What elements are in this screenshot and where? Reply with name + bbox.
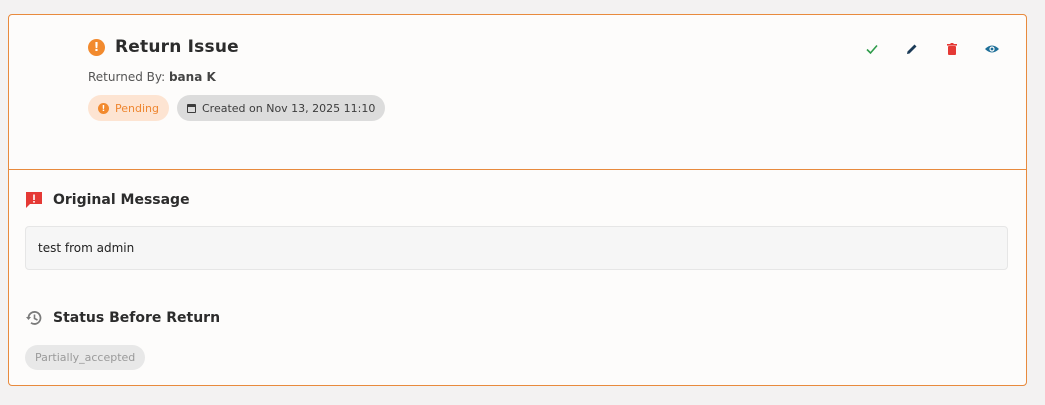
original-message-box: test from admin — [25, 226, 1008, 270]
edit-icon — [907, 44, 917, 54]
approve-button[interactable] — [862, 39, 882, 59]
original-message-title: Original Message — [53, 192, 190, 208]
returned-by: Returned By: bana K — [88, 70, 216, 84]
status-before-return-heading: Status Before Return — [25, 309, 220, 327]
view-icon — [985, 45, 999, 53]
alert-circle-icon: ! — [88, 38, 105, 56]
returned-by-name: bana K — [168, 70, 216, 84]
title-row: ! Return Issue — [88, 37, 239, 57]
scrollbar[interactable] — [1033, 0, 1045, 405]
history-icon — [26, 311, 42, 325]
return-issue-card: ! Return Issue Returned By: bana K ! Pen… — [8, 14, 1027, 386]
pending-label: Pending — [115, 101, 159, 115]
action-buttons — [862, 39, 1002, 59]
check-icon — [866, 44, 878, 55]
view-button[interactable] — [982, 39, 1002, 59]
pending-alert-icon: ! — [98, 102, 109, 114]
edit-button[interactable] — [902, 39, 922, 59]
created-date-badge: Created on Nov 13, 2025 11:10 — [176, 95, 386, 121]
previous-status-badge: Partially_accepted — [25, 345, 146, 370]
status-before-return-title: Status Before Return — [53, 310, 221, 326]
message-alert-icon — [26, 192, 42, 208]
calendar-icon — [186, 103, 196, 113]
returned-by-label: Returned By: — [88, 70, 166, 84]
delete-button[interactable] — [942, 39, 962, 59]
status-badge-pending: ! Pending — [88, 95, 169, 121]
original-message-heading: Original Message — [25, 191, 190, 209]
card-header: ! Return Issue Returned By: bana K ! Pen… — [9, 15, 1026, 170]
card-title: Return Issue — [115, 37, 239, 57]
delete-icon — [947, 43, 957, 55]
chips-row: ! Pending Created on Nov 13, 2025 11:10 — [88, 95, 386, 121]
created-date-label: Created on Nov 13, 2025 11:10 — [201, 101, 376, 115]
original-message-text: test from admin — [38, 241, 135, 255]
